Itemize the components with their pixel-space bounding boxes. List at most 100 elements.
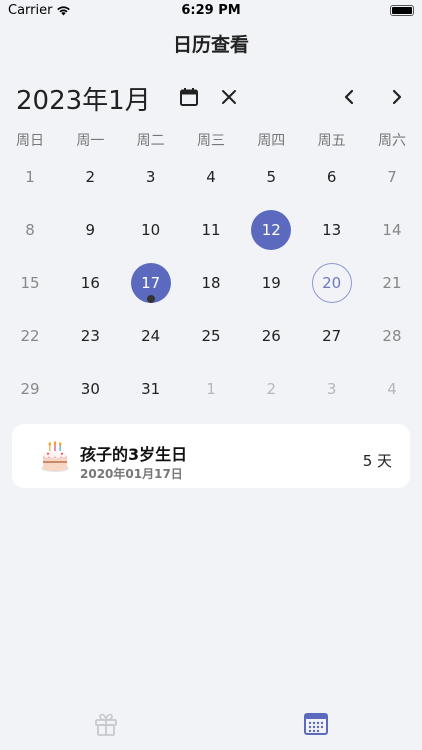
- event-days-count: 5 天: [362, 452, 392, 470]
- calendar-day-number: 3: [326, 379, 337, 398]
- tab-bar: [0, 700, 422, 750]
- calendar-day-number: 27: [322, 326, 342, 345]
- clear-button[interactable]: [216, 84, 242, 110]
- calendar-day-number: 9: [85, 220, 96, 239]
- calendar-day-number: 6: [326, 167, 337, 186]
- calendar-day-selected[interactable]: 12: [241, 203, 301, 256]
- birthday-cake-icon: [41, 441, 69, 472]
- event-date: 2020年01月17日: [80, 467, 183, 481]
- gift-icon: [95, 713, 117, 736]
- calendar-day[interactable]: 29: [0, 362, 60, 415]
- calendar-day[interactable]: 1: [0, 150, 60, 203]
- prev-month-button[interactable]: [336, 84, 362, 110]
- status-bar: Carrier 6:29 PM: [0, 0, 422, 22]
- weekday-label: 周五: [317, 133, 346, 149]
- calendar-day[interactable]: 3: [121, 150, 181, 203]
- calendar-day[interactable]: 9: [60, 203, 120, 256]
- calendar-day[interactable]: 10: [121, 203, 181, 256]
- calendar-day[interactable]: 7: [362, 150, 422, 203]
- calendar-day-number: 26: [261, 326, 281, 345]
- page-title: 日历查看: [172, 34, 249, 56]
- calendar-day-number: 16: [80, 273, 100, 292]
- calendar-day-number: 15: [20, 273, 40, 292]
- calendar-day[interactable]: 18: [181, 256, 241, 309]
- date-picker-button[interactable]: [176, 84, 202, 110]
- calendar-day-number: 30: [80, 379, 100, 398]
- calendar-week-row: 15 16 17 18 19 20 21: [0, 256, 422, 309]
- next-month-button[interactable]: [384, 84, 410, 110]
- calendar-day[interactable]: 2: [241, 362, 301, 415]
- calendar-day[interactable]: 2: [60, 150, 120, 203]
- calendar-day[interactable]: 23: [60, 309, 120, 362]
- weekday-label: 周二: [136, 133, 165, 149]
- calendar-day[interactable]: 3: [302, 362, 362, 415]
- event-title: 孩子的3岁生日: [80, 445, 188, 464]
- weekday-label: 周四: [257, 133, 286, 149]
- weekday-header: 周日 周一 周二 周三 周四 周五 周六: [0, 130, 422, 150]
- calendar-day[interactable]: 5: [241, 150, 301, 203]
- calendar-day-selected[interactable]: 17: [121, 256, 181, 309]
- tab-gifts[interactable]: [91, 709, 121, 739]
- calendar-day[interactable]: 8: [0, 203, 60, 256]
- weekday-label: 周三: [196, 133, 225, 149]
- calendar-day[interactable]: 27: [302, 309, 362, 362]
- status-time: 6:29 PM: [181, 3, 241, 18]
- calendar-day-number: 1: [25, 167, 35, 186]
- weekday-label: 周日: [16, 133, 44, 149]
- calendar-day[interactable]: 14: [362, 203, 422, 256]
- tab-calendar[interactable]: [301, 709, 331, 739]
- calendar-day-number: 4: [206, 167, 216, 186]
- calendar-day[interactable]: 6: [302, 150, 362, 203]
- battery-icon: [390, 5, 414, 16]
- calendar-day[interactable]: 26: [241, 309, 301, 362]
- calendar-day[interactable]: 13: [302, 203, 362, 256]
- calendar-day-number: 8: [25, 220, 35, 239]
- calendar-day-number: 31: [141, 379, 161, 398]
- event-marker-dot: [146, 295, 155, 303]
- calendar-day-number: 11: [201, 220, 221, 239]
- calendar-day[interactable]: 25: [181, 309, 241, 362]
- calendar-day[interactable]: 30: [60, 362, 120, 415]
- calendar-day-today[interactable]: 20: [302, 256, 362, 309]
- calendar-day[interactable]: 4: [362, 362, 422, 415]
- calendar-day-number: 2: [266, 379, 277, 398]
- weekday-label: 周一: [76, 133, 105, 149]
- calendar-day-number: 20: [311, 262, 352, 303]
- calendar-day-number: 28: [382, 326, 402, 345]
- calendar-day-number: 25: [201, 326, 221, 345]
- calendar-day[interactable]: 15: [0, 256, 60, 309]
- calendar-day[interactable]: 24: [121, 309, 181, 362]
- calendar-day[interactable]: 4: [181, 150, 241, 203]
- calendar-day-number: 7: [387, 167, 397, 186]
- calendar-day[interactable]: 11: [181, 203, 241, 256]
- calendar-day[interactable]: 19: [241, 256, 301, 309]
- weekday-label: 周六: [377, 133, 406, 149]
- chevron-right-icon: [392, 89, 402, 105]
- calendar-week-row: 1 2 3 4 5 6 7: [0, 150, 422, 203]
- chevron-left-icon: [344, 89, 354, 105]
- calendar-day[interactable]: 21: [362, 256, 422, 309]
- calendar-day-number: 5: [266, 167, 277, 186]
- event-card[interactable]: 孩子的3岁生日 2020年01月17日 5 天: [12, 424, 410, 488]
- month-label: 2023年1月: [16, 86, 151, 116]
- calendar-week-row: 8 9 10 11 12 13 14: [0, 203, 422, 256]
- calendar-day-number: 1: [206, 379, 216, 398]
- calendar-day-number: 19: [261, 273, 281, 292]
- calendar-week-row: 29 30 31 1 2 3 4: [0, 362, 422, 415]
- calendar-day[interactable]: 31: [121, 362, 181, 415]
- calendar-week-row: 22 23 24 25 26 27 28: [0, 309, 422, 362]
- calendar-day-number: 10: [141, 220, 161, 239]
- calendar-day-number: 14: [382, 220, 402, 239]
- calendar-day[interactable]: 1: [181, 362, 241, 415]
- calendar-day-number: 29: [20, 379, 40, 398]
- calendar-day-number: 13: [322, 220, 342, 239]
- calendar-day-number: 2: [85, 167, 96, 186]
- calendar-day[interactable]: 22: [0, 309, 60, 362]
- calendar-day-number: 12: [251, 209, 292, 250]
- calendar-icon: [304, 713, 328, 735]
- calendar-day[interactable]: 16: [60, 256, 120, 309]
- calendar-day-number: 3: [145, 167, 156, 186]
- calendar-day[interactable]: 28: [362, 309, 422, 362]
- calendar-day-number: 24: [141, 326, 161, 345]
- calendar-grid: 1 2 3 4 5 6 7 8 9 10 11 12 13 14 15 16 17 18 19 20 21 22 23 24 2…: [0, 150, 422, 415]
